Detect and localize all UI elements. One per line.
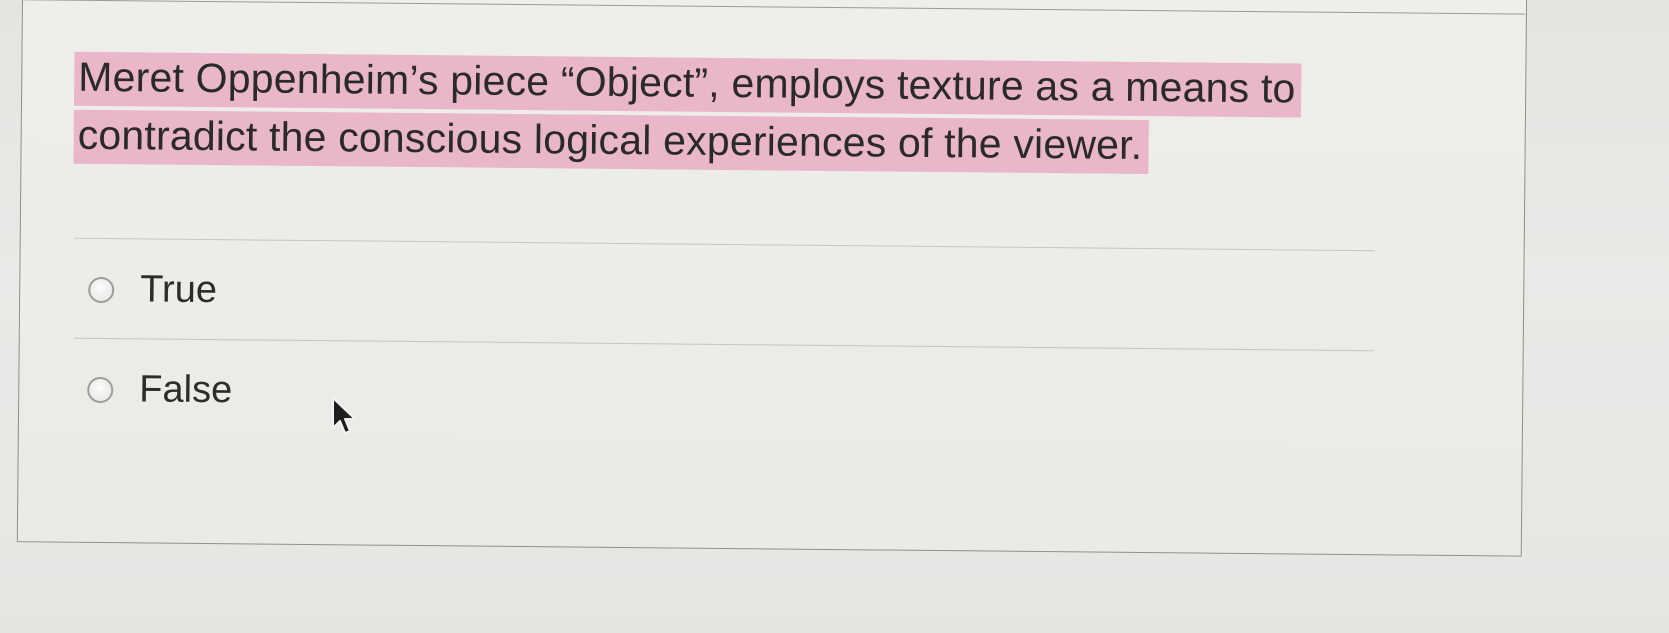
option-divider [73,337,1374,352]
option-divider [74,237,1375,252]
radio-true[interactable] [88,276,115,303]
option-true-label: True [140,268,218,312]
radio-false[interactable] [87,376,114,403]
card-top-divider [22,0,1526,15]
question-prompt: Meret Oppenheim’s piece “Object”, employ… [73,48,1474,177]
option-false-label: False [139,368,233,412]
option-true[interactable]: True [88,268,217,312]
quiz-page: Meret Oppenheim’s piece “Object”, employ… [0,0,1669,633]
question-card: Meret Oppenheim’s piece “Object”, employ… [16,0,1528,557]
question-prompt-text: Meret Oppenheim’s piece “Object”, employ… [73,51,1302,175]
option-false[interactable]: False [87,368,232,412]
mouse-pointer-icon [332,397,356,434]
